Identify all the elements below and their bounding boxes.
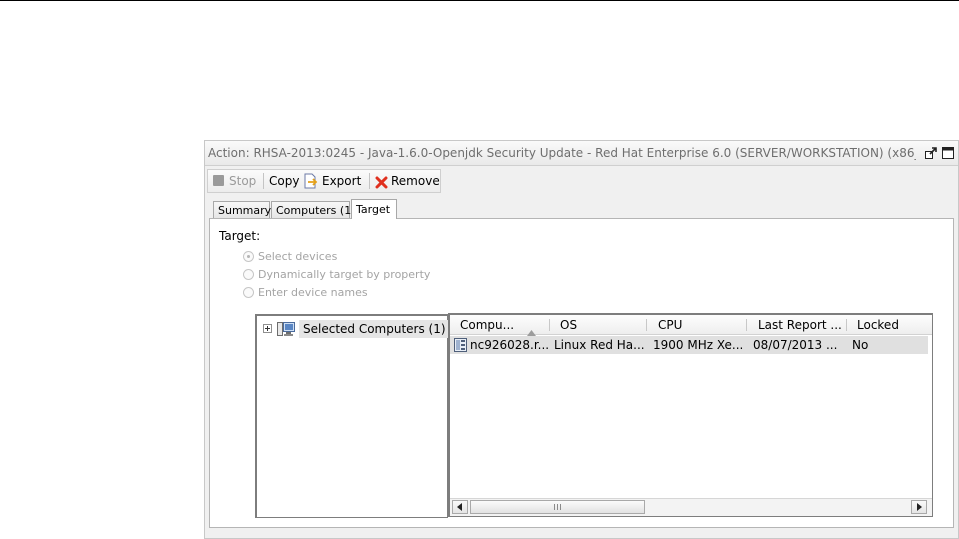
cell-computer: nc926028.r... xyxy=(470,338,548,352)
radio-label: Dynamically target by property xyxy=(258,268,431,281)
target-heading: Target: xyxy=(219,229,261,243)
radio-button[interactable] xyxy=(243,251,254,262)
copy-button[interactable]: Copy xyxy=(269,170,299,192)
table-row[interactable]: nc926028.r... Linux Red Ha... 1900 MHz X… xyxy=(450,336,928,354)
window-title: Action: RHSA-2013:0245 - Java-1.6.0-Open… xyxy=(208,146,916,160)
column-header-locked[interactable]: Locked xyxy=(847,315,927,335)
horizontal-scrollbar[interactable] xyxy=(450,498,932,516)
stop-label: Stop xyxy=(229,174,257,188)
export-label: Export xyxy=(322,174,362,188)
window-titlebar: Action: RHSA-2013:0245 - Java-1.6.0-Open… xyxy=(205,141,958,166)
radio-button[interactable] xyxy=(243,287,254,298)
tab-computers[interactable]: Computers (1) xyxy=(271,201,356,218)
export-icon xyxy=(303,173,319,196)
radio-label: Select devices xyxy=(258,250,338,263)
column-divider[interactable] xyxy=(646,319,647,331)
table-header: Compu... OS CPU Last Report ... Locked xyxy=(450,315,932,336)
top-divider xyxy=(0,0,959,1)
computers-table: Compu... OS CPU Last Report ... Locked n… xyxy=(448,313,933,517)
column-header-computer[interactable]: Compu... xyxy=(450,315,550,336)
cell-locked: No xyxy=(852,338,869,352)
cell-cpu: 1900 MHz Xe... xyxy=(653,338,744,352)
column-header-os[interactable]: OS xyxy=(550,315,650,335)
tab-target[interactable]: Target xyxy=(351,199,397,219)
computer-icon xyxy=(454,338,467,355)
computer-group-icon xyxy=(277,321,295,340)
column-header-cpu[interactable]: CPU xyxy=(648,315,748,335)
cell-last-report: 08/07/2013 ... xyxy=(753,338,838,352)
expand-icon[interactable] xyxy=(263,324,272,333)
tab-summary[interactable]: Summary xyxy=(213,201,271,218)
action-window: Action: RHSA-2013:0245 - Java-1.6.0-Open… xyxy=(204,140,959,539)
action-toolbar: Stop Copy Export Remove xyxy=(207,169,441,193)
column-divider[interactable] xyxy=(746,319,747,331)
remove-label: Remove xyxy=(391,174,440,188)
cell-os: Linux Red Ha... xyxy=(554,338,645,352)
scroll-grip xyxy=(554,504,561,510)
column-header-label: Compu... xyxy=(460,318,515,332)
radio-button[interactable] xyxy=(243,269,254,280)
remove-icon xyxy=(375,174,388,196)
maximize-icon[interactable] xyxy=(942,147,954,162)
scroll-thumb[interactable] xyxy=(470,500,645,514)
scroll-left-button[interactable] xyxy=(452,500,468,514)
radio-label: Enter device names xyxy=(258,286,368,299)
column-header-last-report[interactable]: Last Report ... xyxy=(748,315,848,335)
tree-item-label: Selected Computers (1) xyxy=(299,320,450,338)
scroll-right-button[interactable] xyxy=(911,500,927,514)
toolbar-separator xyxy=(263,173,264,189)
computer-tree[interactable]: Selected Computers (1) xyxy=(255,314,450,518)
toolbar-separator xyxy=(369,173,370,189)
stop-icon xyxy=(213,175,224,186)
restore-icon[interactable] xyxy=(925,147,938,162)
